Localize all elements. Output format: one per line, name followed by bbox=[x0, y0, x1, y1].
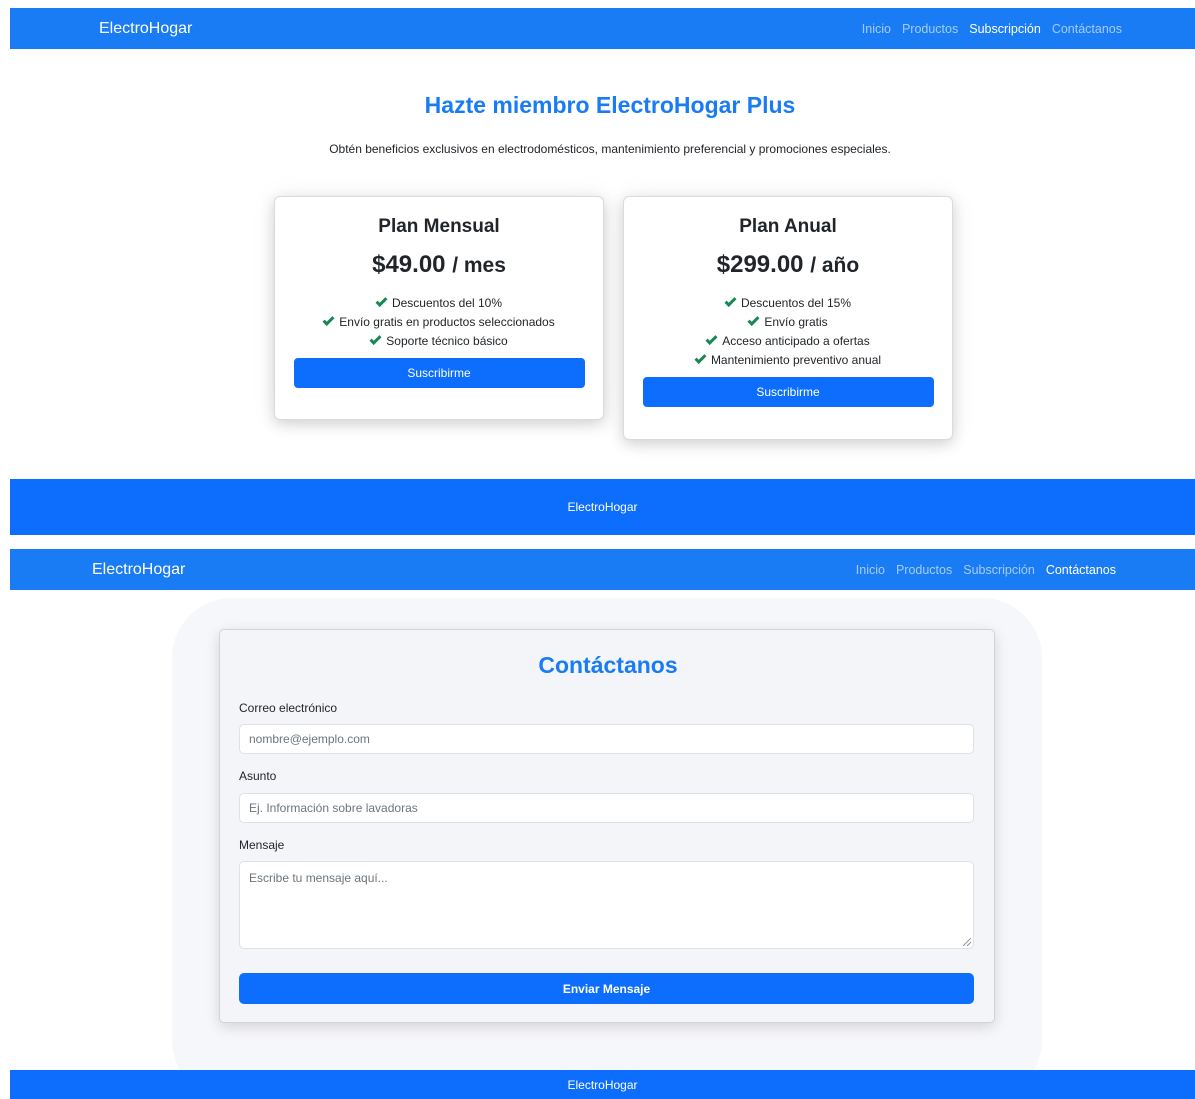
resize-handle-icon[interactable] bbox=[963, 938, 971, 946]
plan-price: $49.00 / mes bbox=[275, 251, 603, 279]
feature-item: Mantenimiento preventivo anual bbox=[624, 351, 952, 370]
feature-text: Envío gratis en productos seleccionados bbox=[339, 315, 555, 329]
email-label: Correo electrónico bbox=[239, 701, 338, 715]
subject-label: Asunto bbox=[239, 769, 277, 783]
contact-card: Contáctanos Correo electrónico nombre@ej… bbox=[219, 629, 995, 1023]
page-title: Hazte miembro ElectroHogar Plus bbox=[424, 92, 796, 118]
feature-text: Soporte técnico básico bbox=[386, 334, 508, 348]
feature-item: Descuentos del 15% bbox=[624, 294, 952, 313]
nav-link-subscripcion[interactable]: Subscripción bbox=[969, 22, 1041, 36]
nav-link-subscripcion[interactable]: Subscripción bbox=[963, 563, 1035, 577]
subject-placeholder: Ej. Información sobre lavadoras bbox=[249, 801, 418, 815]
check-icon bbox=[694, 351, 707, 365]
nav-link-productos[interactable]: Productos bbox=[902, 22, 958, 36]
brand-logo[interactable]: ElectroHogar bbox=[92, 561, 185, 579]
brand-logo[interactable]: ElectroHogar bbox=[99, 20, 192, 38]
page-subtitle: Obtén beneficios exclusivos en electrodo… bbox=[329, 142, 891, 156]
feature-item: Envío gratis bbox=[624, 313, 952, 332]
feature-text: Envío gratis bbox=[764, 315, 828, 329]
nav-link-productos[interactable]: Productos bbox=[896, 563, 952, 577]
check-icon bbox=[369, 332, 382, 346]
feature-item: Descuentos del 10% bbox=[275, 294, 603, 313]
plan-price: $299.00 / año bbox=[624, 251, 952, 279]
contact-title: Contáctanos bbox=[538, 652, 678, 678]
plan-card-monthly: Plan Mensual $49.00 / mes Descuentos del… bbox=[274, 196, 604, 420]
feature-item: Envío gratis en productos seleccionados bbox=[275, 313, 603, 332]
email-placeholder: nombre@ejemplo.com bbox=[249, 732, 370, 746]
subject-field[interactable]: Ej. Información sobre lavadoras bbox=[239, 793, 974, 823]
navbar: ElectroHogar Inicio Productos Subscripci… bbox=[10, 549, 1195, 590]
feature-text: Mantenimiento preventivo anual bbox=[710, 353, 882, 367]
feature-text: Acceso anticipado a ofertas bbox=[722, 334, 870, 348]
feature-list: Descuentos del 10% Envío gratis en produ… bbox=[275, 294, 603, 351]
message-field[interactable]: Escribe tu mensaje aquí... bbox=[239, 861, 974, 949]
feature-text: Descuentos del 10% bbox=[391, 296, 503, 310]
email-field[interactable]: nombre@ejemplo.com bbox=[239, 724, 974, 754]
nav-link-contactanos[interactable]: Contáctanos bbox=[1046, 563, 1116, 577]
subscribe-annual-button[interactable]: Suscribirme bbox=[642, 377, 934, 407]
plan-card-annual: Plan Anual $299.00 / año Descuentos del … bbox=[623, 196, 953, 440]
check-icon bbox=[724, 294, 737, 308]
price-period: / mes bbox=[452, 254, 506, 277]
plan-name: Plan Anual bbox=[739, 216, 837, 237]
nav-link-inicio[interactable]: Inicio bbox=[856, 563, 885, 577]
plan-name: Plan Mensual bbox=[378, 216, 500, 237]
nav-link-inicio[interactable]: Inicio bbox=[862, 22, 891, 36]
price-period: / año bbox=[810, 254, 860, 277]
nav-links: Inicio Productos Subscripción Contáctano… bbox=[856, 563, 1116, 577]
send-message-button[interactable]: Enviar Mensaje bbox=[239, 973, 974, 1004]
message-placeholder: Escribe tu mensaje aquí... bbox=[249, 871, 388, 885]
check-icon bbox=[705, 332, 718, 346]
nav-links: Inicio Productos Subscripción Contáctano… bbox=[862, 22, 1122, 36]
footer: ElectroHogar bbox=[10, 479, 1195, 535]
feature-item: Soporte técnico básico bbox=[275, 332, 603, 351]
message-label: Mensaje bbox=[239, 838, 285, 852]
footer: ElectroHogar bbox=[10, 1070, 1195, 1099]
feature-list: Descuentos del 15% Envío gratis Acceso a… bbox=[624, 294, 952, 370]
navbar: ElectroHogar Inicio Productos Subscripci… bbox=[10, 8, 1195, 49]
price-amount: $299.00 bbox=[716, 251, 804, 278]
feature-text: Descuentos del 15% bbox=[740, 296, 852, 310]
feature-item: Acceso anticipado a ofertas bbox=[624, 332, 952, 351]
price-amount: $49.00 bbox=[372, 251, 446, 278]
check-icon bbox=[322, 313, 335, 327]
nav-link-contactanos[interactable]: Contáctanos bbox=[1052, 22, 1122, 36]
check-icon bbox=[747, 313, 760, 327]
check-icon bbox=[375, 294, 388, 308]
subscribe-monthly-button[interactable]: Suscribirme bbox=[293, 358, 585, 388]
